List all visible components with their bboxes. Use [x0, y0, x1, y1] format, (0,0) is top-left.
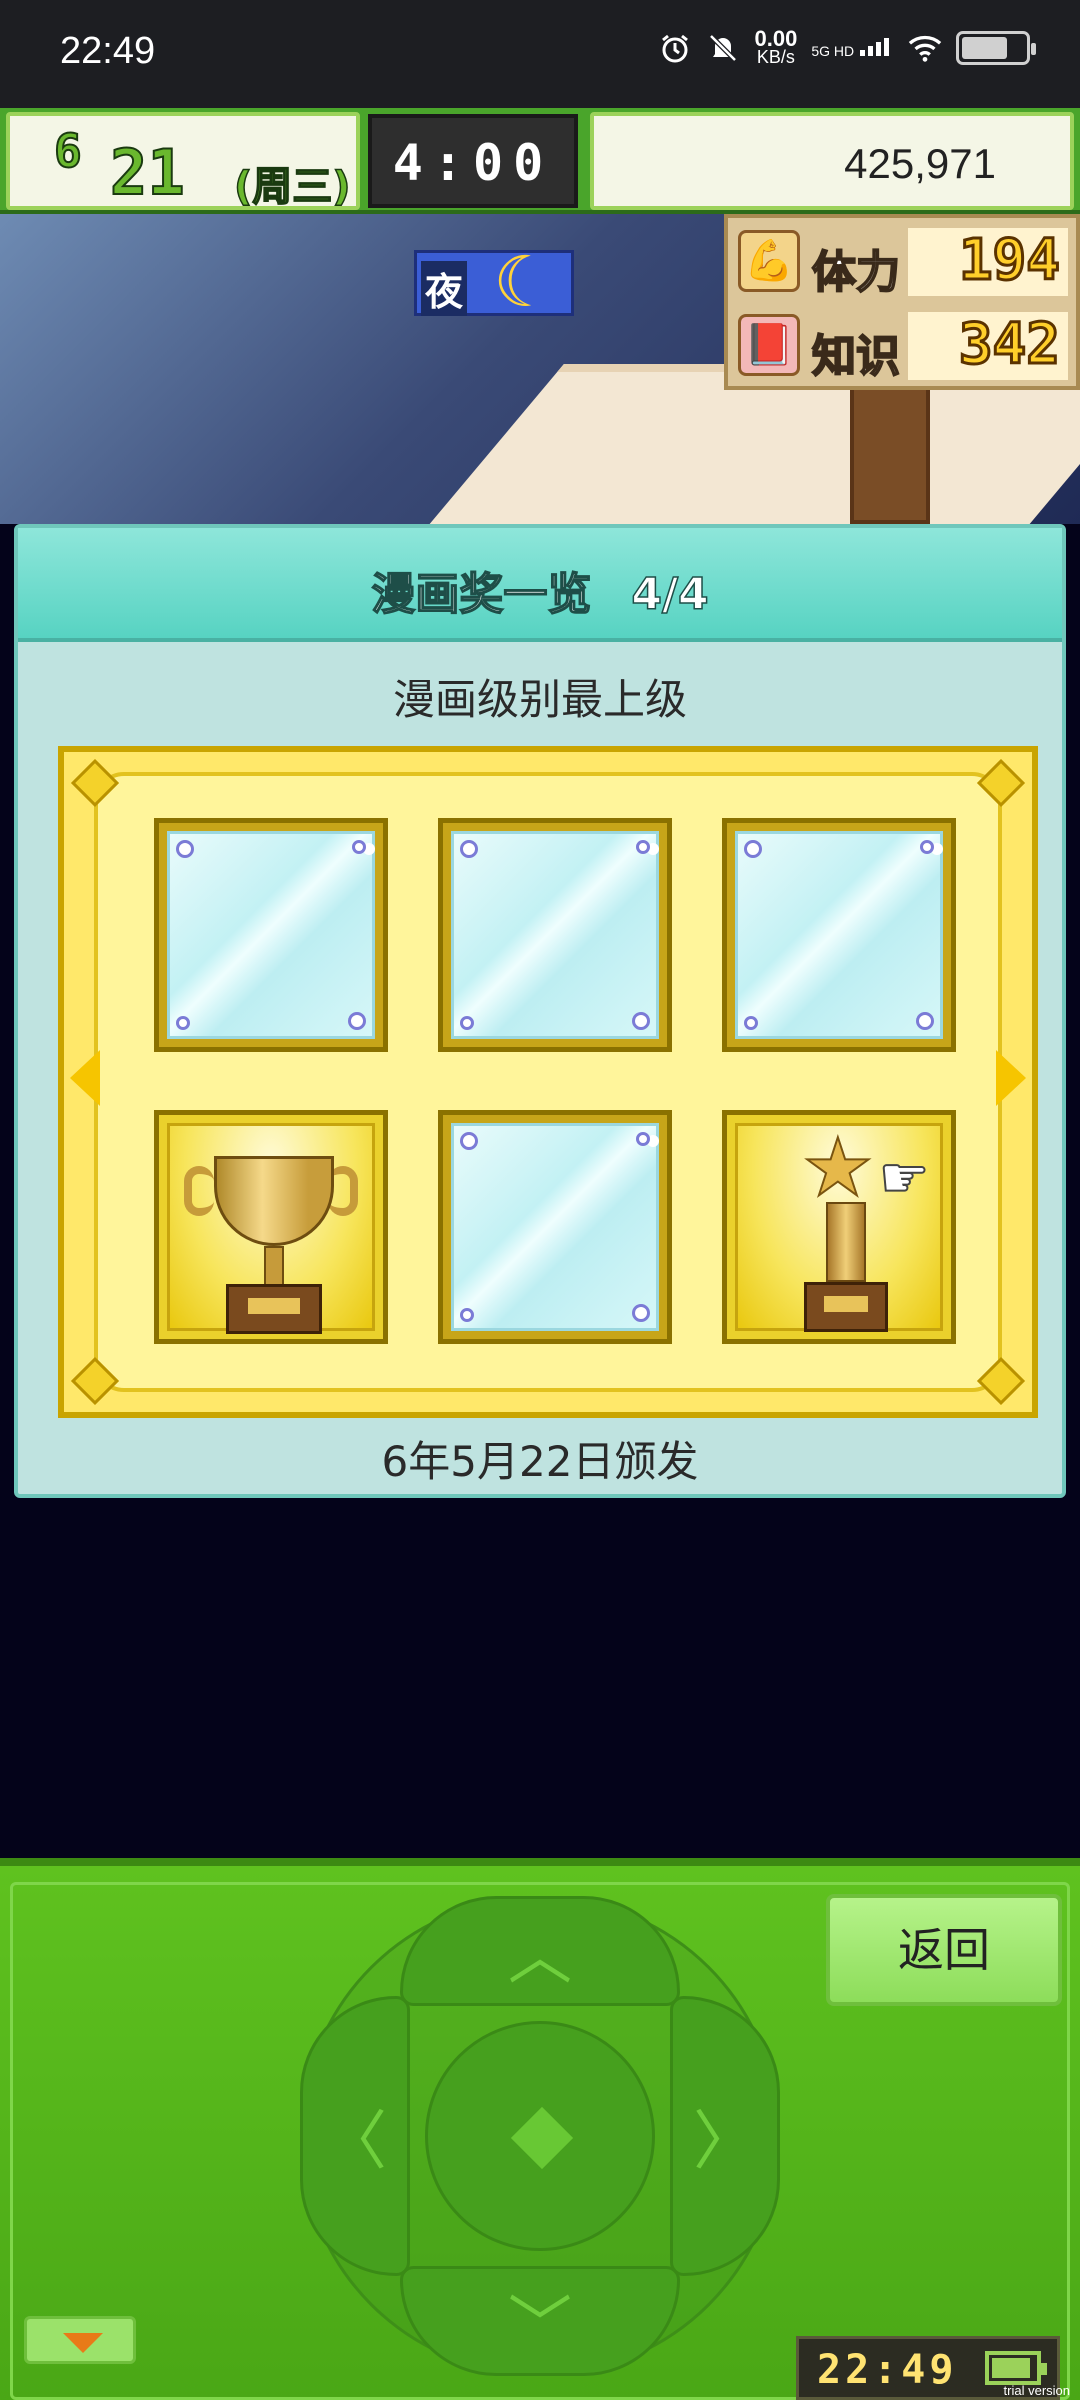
award-category: 漫画级别最上级	[392, 675, 687, 724]
alarm-icon	[658, 31, 692, 65]
date-weekday: (周三)	[233, 163, 351, 211]
chevron-right-icon: 〉	[693, 2105, 757, 2179]
dialog-title-text: 漫画奖一览	[371, 568, 593, 621]
dialog-title: 漫画奖一览 4/4	[18, 558, 1062, 622]
date-day: 21	[109, 135, 186, 210]
virtual-controller: 返回 ︿ ﹀ 〈 〉 22:49 trial version	[0, 1858, 1080, 2400]
time-of-day-label: 夜	[421, 261, 468, 316]
money-value: 425,971	[844, 140, 996, 187]
pointing-hand-cursor-icon: ☚	[878, 1145, 930, 1212]
award-slot-empty[interactable]	[438, 1110, 672, 1344]
wifi-icon	[908, 31, 942, 65]
game-clock-text: 4:00	[392, 134, 554, 192]
network-type: 5G HD	[811, 38, 894, 58]
slot-backdrop	[167, 1123, 375, 1334]
empty-glass-panel	[167, 831, 375, 1039]
trophy-cabinet: ★ ☚	[58, 746, 1038, 1418]
status-time: 22:49	[60, 30, 156, 72]
stat-row-stamina: 💪 体力 194	[728, 222, 1076, 302]
controller-clock-text: 22:49	[817, 2347, 958, 2393]
stat-value: 342	[908, 311, 1068, 380]
net-speed-value: 0.00	[754, 26, 798, 51]
book-icon: 📕	[738, 314, 800, 376]
battery-icon	[956, 31, 1036, 65]
date-month: 6	[53, 123, 83, 179]
empty-glass-panel	[451, 831, 659, 1039]
mute-bell-icon	[706, 31, 740, 65]
stats-panel: 💪 体力 194 📕 知识 342	[724, 214, 1080, 390]
award-slot-star-trophy[interactable]: ★ ☚	[722, 1110, 956, 1344]
chevron-down-icon: ﹀	[508, 2290, 572, 2364]
dpad-up-button[interactable]: ︿	[400, 1896, 680, 2006]
moon-icon: ☾	[493, 241, 556, 323]
stat-label: 知识	[811, 330, 901, 383]
game-clock: 4:00	[368, 114, 578, 208]
network-label: 5G HD	[811, 43, 855, 59]
battery-icon	[985, 2351, 1047, 2385]
money-display: 425,971	[590, 112, 1074, 210]
scene-door	[850, 384, 930, 524]
studio-scene: 夜 ☾ 💪 体力 194 📕 知识 342	[0, 214, 1080, 524]
award-slot-empty[interactable]	[722, 818, 956, 1052]
award-slot-empty[interactable]	[154, 818, 388, 1052]
dpad-right-button[interactable]: 〉	[670, 1996, 780, 2276]
empty-glass-panel	[451, 1123, 659, 1331]
back-button[interactable]: 返回	[826, 1894, 1062, 2006]
status-icons: 0.00 KB/s 5G HD	[658, 26, 1036, 67]
stat-row-knowledge: 📕 知识 342	[728, 306, 1076, 386]
stat-label: 体力	[811, 246, 901, 299]
time-of-day-indicator: 夜 ☾	[414, 241, 574, 323]
award-slot-empty[interactable]	[438, 818, 672, 1052]
prev-page-arrow-icon[interactable]	[70, 1050, 100, 1106]
dialog-header: 漫画奖一览 4/4	[18, 528, 1062, 642]
dpad: ︿ ﹀ 〈 〉	[300, 1896, 780, 2376]
net-speed-unit: KB/s	[756, 47, 795, 67]
award-date: 6年5月22日颁发	[381, 1437, 699, 1486]
next-page-arrow-icon[interactable]	[996, 1050, 1026, 1106]
watermark: trial version	[1003, 2383, 1070, 2398]
date-display: 6 21 (周三)	[6, 112, 360, 211]
signal-icon	[860, 38, 889, 56]
stat-value: 194	[908, 227, 1068, 296]
menu-toggle-down-arrow-icon[interactable]	[24, 2316, 136, 2364]
award-slot-trophy-cup[interactable]	[154, 1110, 388, 1344]
empty-glass-panel	[735, 831, 943, 1039]
chevron-left-icon: 〈	[323, 2105, 387, 2179]
flexed-arm-icon: 💪	[738, 230, 800, 292]
game-header: 6 21 (周三) 4:00 425,971	[0, 108, 1080, 214]
chevron-up-icon: ︿	[508, 1920, 572, 1994]
page-counter: 4/4	[631, 568, 710, 621]
award-list-dialog: 漫画奖一览 4/4 漫画级别最上级 ★ ☚ 6年5月22日颁发	[14, 524, 1066, 1498]
status-bar: 22:49 0.00 KB/s 5G HD	[0, 0, 1080, 108]
dpad-left-button[interactable]: 〈	[300, 1996, 410, 2276]
dpad-down-button[interactable]: ﹀	[400, 2266, 680, 2376]
dpad-center-button[interactable]	[425, 2021, 655, 2251]
net-speed: 0.00 KB/s	[754, 26, 798, 67]
